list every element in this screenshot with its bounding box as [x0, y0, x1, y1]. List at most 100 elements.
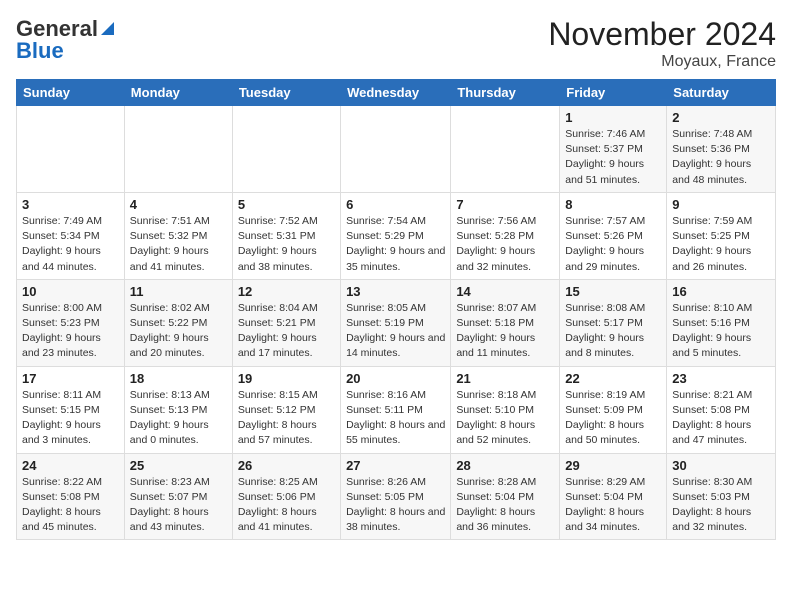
day-info-line: Sunrise: 8:04 AM — [238, 302, 318, 314]
day-info-line: Sunset: 5:13 PM — [130, 404, 208, 416]
day-info-line: Daylight: 9 hours and 26 minutes. — [672, 245, 751, 272]
day-info: Sunrise: 7:56 AMSunset: 5:28 PMDaylight:… — [456, 214, 554, 275]
day-number: 27 — [346, 458, 445, 473]
day-info: Sunrise: 8:29 AMSunset: 5:04 PMDaylight:… — [565, 475, 661, 536]
day-info-line: Sunset: 5:36 PM — [672, 143, 750, 155]
day-info: Sunrise: 8:02 AM Sunset: 5:22 PM Daylight:… — [130, 301, 227, 362]
day-number: 2 — [672, 110, 770, 125]
day-info: Sunrise: 8:26 AMSunset: 5:05 PMDaylight:… — [346, 475, 445, 536]
day-info-line: Sunset: 5:25 PM — [672, 230, 750, 242]
month-title: November 2024 — [548, 16, 776, 53]
day-number: 23 — [672, 371, 770, 386]
day-info-line: Daylight: 9 hours and 44 minutes. — [22, 245, 101, 272]
day-info-line: Daylight: 9 hours and 41 minutes. — [130, 245, 209, 272]
page-header: General Blue November 2024 Moyaux, Franc… — [16, 16, 776, 71]
logo-blue: Blue — [16, 38, 64, 64]
calendar-cell: 28Sunrise: 8:28 AMSunset: 5:04 PMDayligh… — [451, 453, 560, 540]
day-info-line: Sunrise: 8:02 AM — [130, 302, 210, 314]
day-info-line: Sunrise: 7:56 AM — [456, 215, 536, 227]
day-info-line: Sunset: 5:06 PM — [238, 491, 316, 503]
day-info-line: Sunrise: 8:30 AM — [672, 476, 752, 488]
day-number: 22 — [565, 371, 661, 386]
calendar-week-1: 1Sunrise: 7:46 AMSunset: 5:37 PMDaylight… — [17, 106, 776, 193]
day-info-line: Daylight: 8 hours and 41 minutes. — [238, 506, 317, 533]
day-number: 15 — [565, 284, 661, 299]
day-info: Sunrise: 7:48 AMSunset: 5:36 PMDaylight:… — [672, 127, 770, 188]
day-info-line: Daylight: 8 hours and 55 minutes. — [346, 419, 445, 446]
day-info-line: Daylight: 9 hours and 38 minutes. — [238, 245, 317, 272]
day-number: 12 — [238, 284, 335, 299]
day-info: Sunrise: 7:54 AMSunset: 5:29 PMDaylight:… — [346, 214, 445, 275]
day-info: Sunrise: 8:04 AMSunset: 5:21 PMDaylight:… — [238, 301, 335, 362]
calendar-week-2: 3Sunrise: 7:49 AMSunset: 5:34 PMDaylight… — [17, 192, 776, 279]
day-info: Sunrise: 8:18 AMSunset: 5:10 PMDaylight:… — [456, 388, 554, 449]
calendar-cell — [232, 106, 340, 193]
calendar-cell: 13Sunrise: 8:05 AMSunset: 5:19 PMDayligh… — [341, 279, 451, 366]
logo: General Blue — [16, 16, 114, 64]
day-info-line: Daylight: 9 hours and 20 minutes. — [130, 332, 209, 359]
day-info: Sunrise: 8:05 AMSunset: 5:19 PMDaylight:… — [346, 301, 445, 362]
day-info: Sunrise: 8:11 AMSunset: 5:15 PMDaylight:… — [22, 388, 119, 449]
day-info-line: Daylight: 9 hours and 51 minutes. — [565, 158, 644, 185]
day-number: 21 — [456, 371, 554, 386]
header-tuesday: Tuesday — [232, 80, 340, 106]
day-info: Sunrise: 8:21 AMSunset: 5:08 PMDaylight:… — [672, 388, 770, 449]
day-info-line: Sunrise: 8:28 AM — [456, 476, 536, 488]
day-info: Sunrise: 7:59 AMSunset: 5:25 PMDaylight:… — [672, 214, 770, 275]
day-info-line: Sunset: 5:29 PM — [346, 230, 424, 242]
calendar-cell: 1Sunrise: 7:46 AMSunset: 5:37 PMDaylight… — [560, 106, 667, 193]
day-info-line: Daylight: 9 hours and 23 minutes. — [22, 332, 101, 359]
day-number: 11 — [130, 284, 227, 299]
day-info-line: Sunset: 5:18 PM — [456, 317, 534, 329]
day-info: Sunrise: 8:30 AMSunset: 5:03 PMDaylight:… — [672, 475, 770, 536]
calendar-cell: 22Sunrise: 8:19 AMSunset: 5:09 PMDayligh… — [560, 366, 667, 453]
day-info: Sunrise: 8:28 AMSunset: 5:04 PMDaylight:… — [456, 475, 554, 536]
calendar-cell — [341, 106, 451, 193]
day-info-line: Daylight: 8 hours and 45 minutes. — [22, 506, 101, 533]
calendar-cell: 6Sunrise: 7:54 AMSunset: 5:29 PMDaylight… — [341, 192, 451, 279]
day-number: 14 — [456, 284, 554, 299]
day-info: Sunrise: 8:25 AMSunset: 5:06 PMDaylight:… — [238, 475, 335, 536]
day-info: Sunrise: 8:23 AMSunset: 5:07 PMDaylight:… — [130, 475, 227, 536]
calendar-cell: 9Sunrise: 7:59 AMSunset: 5:25 PMDaylight… — [667, 192, 776, 279]
calendar-cell: 8Sunrise: 7:57 AMSunset: 5:26 PMDaylight… — [560, 192, 667, 279]
day-info-line: Sunrise: 7:52 AM — [238, 215, 318, 227]
day-info-line: Sunrise: 8:08 AM — [565, 302, 645, 314]
day-info: Sunrise: 8:00 AMSunset: 5:23 PMDaylight:… — [22, 301, 119, 362]
day-info: Sunrise: 8:08 AMSunset: 5:17 PMDaylight:… — [565, 301, 661, 362]
calendar-cell: 12 Sunrise: 8:04 AMSunset: 5:21 PMDayligh… — [232, 279, 340, 366]
day-info-line: Daylight: 9 hours and 17 minutes. — [238, 332, 317, 359]
day-info-line: Daylight: 8 hours and 43 minutes. — [130, 506, 209, 533]
day-info-line: Daylight: 8 hours and 47 minutes. — [672, 419, 751, 446]
day-number: 5 — [238, 197, 335, 212]
day-info-line: Sunrise: 7:49 AM — [22, 215, 102, 227]
header-friday: Friday — [560, 80, 667, 106]
day-info-line: Sunset: 5:05 PM — [346, 491, 424, 503]
day-info-line: Sunrise: 8:19 AM — [565, 389, 645, 401]
day-info-line: Sunset: 5:34 PM — [22, 230, 100, 242]
day-info: Sunrise: 8:07 AMSunset: 5:18 PMDaylight:… — [456, 301, 554, 362]
day-info-line: Sunrise: 8:13 AM — [130, 389, 210, 401]
day-info-line: Daylight: 9 hours and 35 minutes. — [346, 245, 445, 272]
day-info-line: Sunset: 5:28 PM — [456, 230, 534, 242]
day-number: 1 — [565, 110, 661, 125]
day-info-line: Sunset: 5:10 PM — [456, 404, 534, 416]
day-info-line: Sunset: 5:23 PM — [22, 317, 100, 329]
calendar-header-row: SundayMondayTuesdayWednesdayThursdayFrid… — [17, 80, 776, 106]
day-info: Sunrise: 8:16 AMSunset: 5:11 PMDaylight:… — [346, 388, 445, 449]
day-info-line: Sunrise: 8:15 AM — [238, 389, 318, 401]
day-info-line: Sunset: 5:37 PM — [565, 143, 643, 155]
calendar-cell — [17, 106, 125, 193]
calendar-week-5: 24Sunrise: 8:22 AMSunset: 5:08 PMDayligh… — [17, 453, 776, 540]
day-info-line: Sunset: 5:22 PM — [130, 317, 208, 329]
calendar-cell: 17Sunrise: 8:11 AMSunset: 5:15 PMDayligh… — [17, 366, 125, 453]
header-saturday: Saturday — [667, 80, 776, 106]
day-number: 19 — [238, 371, 335, 386]
day-info-line: Sunset: 5:11 PM — [346, 404, 423, 416]
day-info-line: Sunrise: 8:22 AM — [22, 476, 102, 488]
day-info-line: Sunrise: 7:48 AM — [672, 128, 752, 140]
day-info-line: Sunrise: 8:10 AM — [672, 302, 752, 314]
day-info-line: Daylight: 9 hours and 14 minutes. — [346, 332, 445, 359]
day-info-line: Sunrise: 8:11 AM — [22, 389, 101, 401]
calendar-cell: 21 Sunrise: 8:18 AMSunset: 5:10 PMDayligh… — [451, 366, 560, 453]
